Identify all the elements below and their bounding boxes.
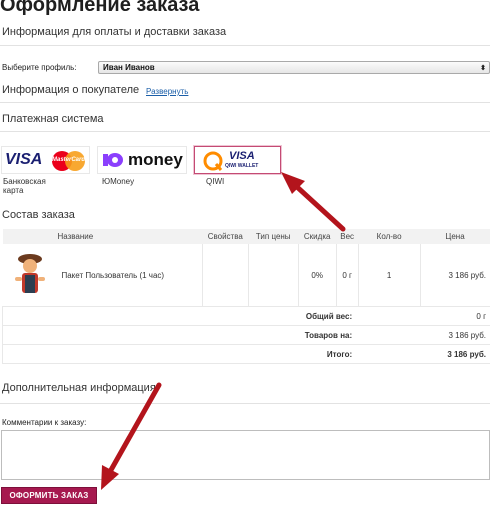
product-price-type (247, 244, 299, 307)
payment-system-heading: Платежная система (2, 113, 104, 125)
select-arrows-icon: ⬍ (480, 65, 486, 72)
comment-label: Комментарии к заказу: (2, 418, 87, 427)
order-table: Название Свойства Тип цены Скидка Вес Ко… (2, 229, 490, 364)
product-quantity: 1 (357, 244, 421, 307)
qiwi-logo-icon (203, 151, 223, 171)
qiwi-wallet-text: QIWI WALLET (225, 163, 259, 169)
product-properties (201, 244, 249, 307)
payment-option-qiwi[interactable]: VISA QIWI WALLET (194, 146, 281, 174)
comment-textarea[interactable] (1, 430, 490, 480)
column-header: Тип цены (255, 232, 291, 241)
payment-delivery-heading: Информация для оплаты и доставки заказа (2, 26, 227, 38)
divider (0, 403, 490, 404)
mastercard-logo-text: MasterCard (52, 157, 86, 163)
payment-option-label: ЮMoney (102, 177, 135, 186)
profile-label: Выберите профиль: (2, 63, 77, 72)
payment-option-label: QIWI (206, 177, 225, 186)
column-header: Скидка (303, 232, 331, 241)
column-header: Вес (340, 232, 355, 241)
product-thumbnail-icon (14, 254, 45, 293)
submit-order-button[interactable]: ОФОРМИТЬ ЗАКАЗ (1, 487, 97, 504)
summary-row: Общий вес: 0 г (2, 306, 490, 326)
column-header: Название (57, 232, 94, 241)
column-header: Цена (445, 232, 465, 241)
additional-info-heading: Дополнительная информация (2, 382, 156, 394)
divider (0, 131, 490, 132)
summary-value: 3 186 руб. (358, 344, 490, 364)
summary-value: 3 186 руб. (358, 325, 490, 345)
column-header: Свойства (207, 232, 243, 241)
visa-logo: VISA (5, 151, 43, 168)
summary-value: 0 г (358, 306, 490, 326)
yoomoney-logo-text: money (128, 150, 183, 169)
product-weight: 0 г (335, 244, 359, 307)
page-title: Оформление заказа (0, 0, 200, 16)
product-discount: 0% (297, 244, 337, 307)
table-header-row: Название Свойства Тип цены Скидка Вес Ко… (2, 229, 490, 244)
divider (0, 102, 490, 103)
expand-buyer-link[interactable]: Развернуть (146, 87, 188, 96)
divider (0, 45, 490, 46)
payment-option-label: Банковская карта (3, 177, 46, 195)
yoomoney-logo-icon (103, 153, 123, 167)
arrow-to-qiwi-icon (281, 172, 346, 232)
buyer-info-heading: Информация о покупателе (2, 84, 140, 96)
summary-label: Общий вес: (2, 306, 359, 326)
qiwi-visa-text: VISA (229, 150, 255, 162)
payment-option-yoomoney[interactable]: money (97, 146, 187, 174)
payment-option-bank-card[interactable]: VISA MasterCard (1, 146, 90, 174)
column-header: Кол-во (376, 232, 402, 241)
summary-label: Итого: (2, 344, 359, 364)
product-price: 3 186 руб. (419, 244, 490, 307)
product-image (2, 244, 58, 307)
product-name: Пакет Пользователь (1 час) (57, 244, 203, 307)
table-row: Пакет Пользователь (1 час) 0% 0 г 1 3 18… (2, 244, 490, 307)
profile-select-value: Иван Иванов (103, 63, 155, 72)
profile-select[interactable]: Иван Иванов ⬍ (98, 61, 490, 74)
order-heading: Состав заказа (2, 209, 75, 221)
summary-row: Товаров на: 3 186 руб. (2, 325, 490, 345)
summary-row: Итого: 3 186 руб. (2, 344, 490, 364)
summary-label: Товаров на: (2, 325, 359, 345)
